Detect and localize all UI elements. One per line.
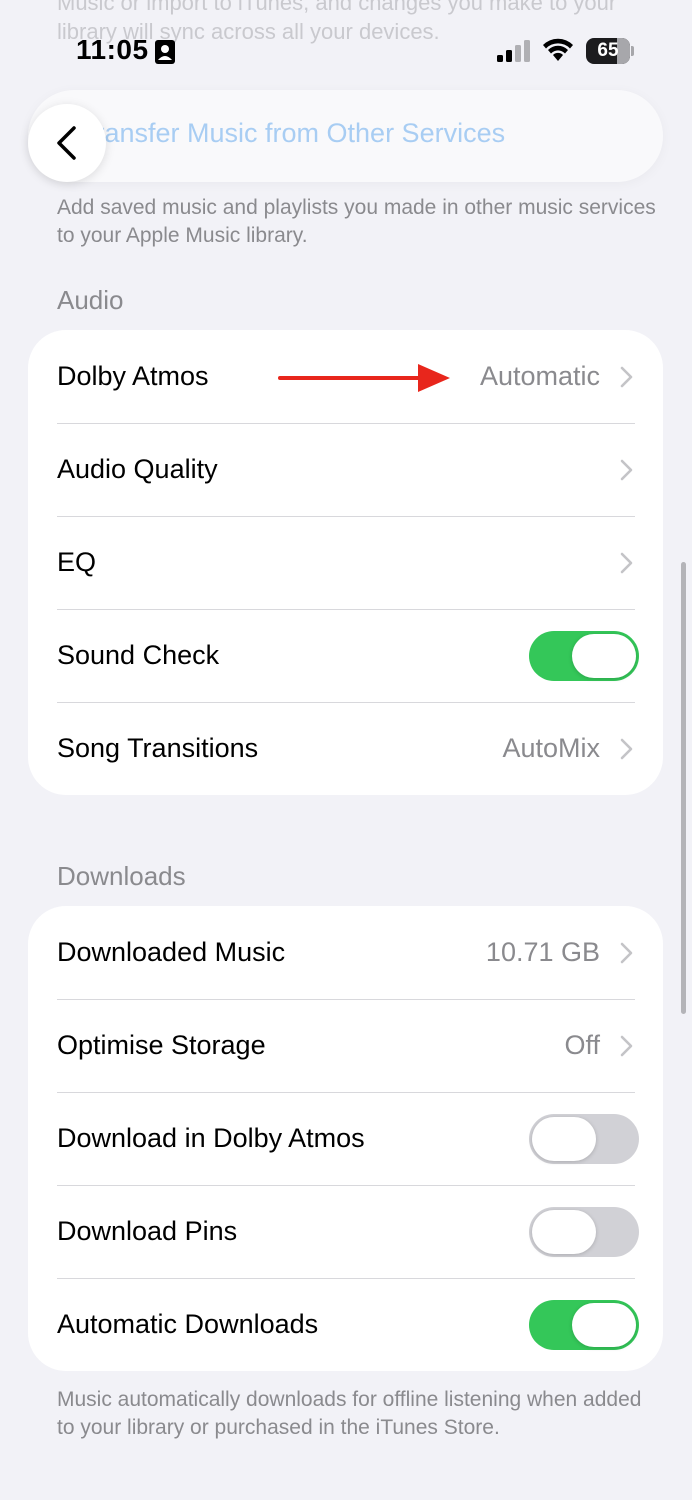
automatic-downloads-toggle[interactable]	[529, 1299, 639, 1350]
scrollbar[interactable]	[681, 562, 686, 1014]
sound-check-row: Sound Check	[28, 609, 663, 702]
eq-row[interactable]: EQ	[28, 516, 663, 609]
row-label: EQ	[57, 547, 97, 577]
audio-section-header: Audio	[57, 285, 124, 315]
download-dolby-atmos-toggle[interactable]	[529, 1113, 639, 1164]
download-dolby-atmos-row: Download in Dolby Atmos	[28, 1092, 663, 1185]
row-label: Optimise Storage	[57, 1030, 266, 1060]
row-label: Song Transitions	[57, 733, 259, 763]
row-label: Downloaded Music	[57, 937, 286, 967]
status-bar: 11:05 65	[0, 0, 692, 100]
toggle-knob	[532, 1209, 596, 1254]
row-label: Audio Quality	[57, 454, 218, 484]
chevron-left-icon	[57, 126, 76, 160]
row-label: Automatic Downloads	[57, 1309, 319, 1339]
transfer-music-link[interactable]: Transfer Music from Other Services	[80, 118, 505, 149]
row-label: Download Pins	[57, 1216, 238, 1246]
toggle-knob	[572, 1302, 636, 1347]
chevron-right-icon	[620, 738, 633, 759]
row-value: 10.71 GB	[485, 937, 600, 967]
cellular-signal-icon	[497, 40, 530, 62]
chevron-right-icon	[620, 366, 633, 387]
download-pins-row: Download Pins	[28, 1185, 663, 1278]
audio-quality-row[interactable]: Audio Quality	[28, 423, 663, 516]
annotation-arrow-icon	[278, 364, 450, 392]
row-value: Off	[564, 1030, 600, 1060]
downloads-group: Downloaded Music 10.71 GB Optimise Stora…	[28, 906, 663, 1371]
battery-icon: 65	[586, 38, 630, 64]
battery-level: 65	[597, 40, 619, 61]
downloads-section-header: Downloads	[57, 861, 186, 891]
optimise-storage-row[interactable]: Optimise Storage Off	[28, 999, 663, 1092]
toggle-knob	[572, 633, 636, 678]
chevron-right-icon	[620, 942, 633, 963]
chevron-right-icon	[620, 459, 633, 480]
chevron-right-icon	[620, 552, 633, 573]
sound-check-toggle[interactable]	[529, 630, 639, 681]
automatic-downloads-row: Automatic Downloads	[28, 1278, 663, 1371]
row-label: Download in Dolby Atmos	[57, 1123, 365, 1153]
transfer-footer: Add saved music and playlists you made i…	[57, 196, 656, 247]
toggle-knob	[532, 1116, 596, 1161]
back-button[interactable]	[28, 104, 106, 182]
audio-group: Dolby Atmos Automatic Audio Quality EQ S…	[28, 330, 663, 795]
chevron-right-icon	[620, 1035, 633, 1056]
downloads-footer: Music automatically downloads for offlin…	[57, 1388, 642, 1439]
download-pins-toggle[interactable]	[529, 1206, 639, 1257]
row-label: Sound Check	[57, 640, 220, 670]
wifi-icon	[543, 38, 573, 61]
downloaded-music-row[interactable]: Downloaded Music 10.71 GB	[28, 906, 663, 999]
status-time: 11:05	[76, 34, 149, 65]
battery-cap	[631, 46, 634, 56]
row-value: AutoMix	[502, 733, 600, 763]
row-value: Automatic	[479, 361, 600, 391]
contact-card-icon	[155, 40, 175, 64]
song-transitions-row[interactable]: Song Transitions AutoMix	[28, 702, 663, 795]
